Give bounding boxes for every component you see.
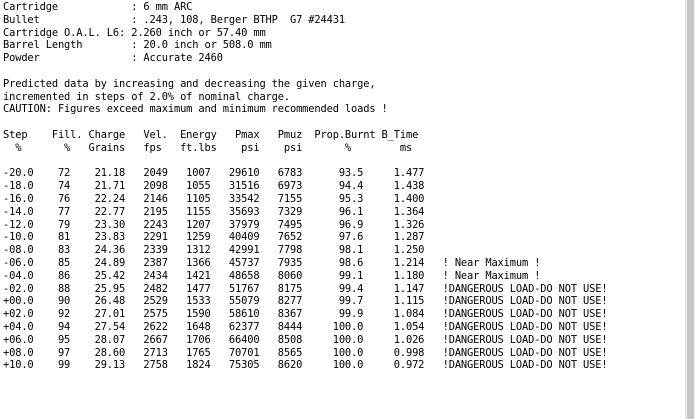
column-units: % % Grains fps ft.lbs psi psi % ms — [3, 141, 413, 154]
intro-line: incremented in steps of 2.0% of nominal … — [3, 90, 290, 103]
report-text-area[interactable]: Cartridge : 6 mm ARC Bullet : .243, 108,… — [0, 0, 686, 419]
table-row: -16.0 76 22.24 2146 1105 33542 7155 95.3… — [3, 192, 425, 205]
table-row: -12.0 79 23.30 2243 1207 37979 7495 96.9… — [3, 218, 425, 231]
blank-line — [0, 155, 686, 168]
table-row: +02.0 92 27.01 2575 1590 58610 8367 99.9… — [3, 308, 608, 321]
blank-line — [0, 65, 686, 78]
table-row: +10.0 99 29.13 2758 1824 75305 8620 100.… — [3, 359, 608, 372]
intro-line: Predicted data by increasing and decreas… — [3, 77, 376, 90]
table-row: +04.0 94 27.54 2622 1648 62377 8444 100.… — [3, 320, 608, 333]
header-oal: Cartridge O.A.L. L6: 2.260 inch or 57.40… — [3, 26, 266, 39]
vertical-scrollbar[interactable] — [685, 0, 695, 419]
table-row: -08.0 83 24.36 2339 1312 42991 7798 98.1… — [3, 244, 425, 257]
header-barrel-length: Barrel Length : 20.0 inch or 508.0 mm — [3, 39, 272, 52]
column-headers: Step Fill. Charge Vel. Energy Pmax Pmuz … — [3, 128, 419, 141]
header-powder: Powder : Accurate 2460 — [3, 52, 223, 65]
table-row: -04.0 86 25.42 2434 1421 48658 8060 99.1… — [3, 269, 541, 282]
data-rows: -20.0 72 21.18 2049 1007 29610 6783 93.5… — [0, 167, 686, 372]
scrollbar-thumb[interactable] — [687, 0, 694, 419]
caution-line: CAUTION: Figures exceed maximum and mini… — [3, 103, 388, 116]
table-row: +00.0 90 26.48 2529 1533 55079 8277 99.7… — [3, 295, 608, 308]
table-row: -18.0 74 21.71 2098 1055 31516 6973 94.4… — [3, 180, 425, 193]
blank-line — [0, 116, 686, 129]
header-cartridge: Cartridge : 6 mm ARC — [3, 1, 193, 13]
report-lines: Cartridge : 6 mm ARC Bullet : .243, 108,… — [0, 0, 686, 372]
table-row: -02.0 88 25.95 2482 1477 51767 8175 99.4… — [3, 282, 608, 295]
table-row: +08.0 97 28.60 2713 1765 70701 8565 100.… — [3, 346, 608, 359]
table-row: +06.0 95 28.07 2667 1706 66400 8508 100.… — [3, 333, 608, 346]
header-bullet: Bullet : .243, 108, Berger BTHP G7 #2443… — [3, 13, 345, 26]
table-row: -10.0 81 23.83 2291 1259 40409 7652 97.6… — [3, 231, 425, 244]
table-row: -06.0 85 24.89 2387 1366 45737 7935 98.6… — [3, 256, 541, 269]
table-row: -20.0 72 21.18 2049 1007 29610 6783 93.5… — [3, 167, 425, 180]
table-row: -14.0 77 22.77 2195 1155 35693 7329 96.1… — [3, 205, 425, 218]
